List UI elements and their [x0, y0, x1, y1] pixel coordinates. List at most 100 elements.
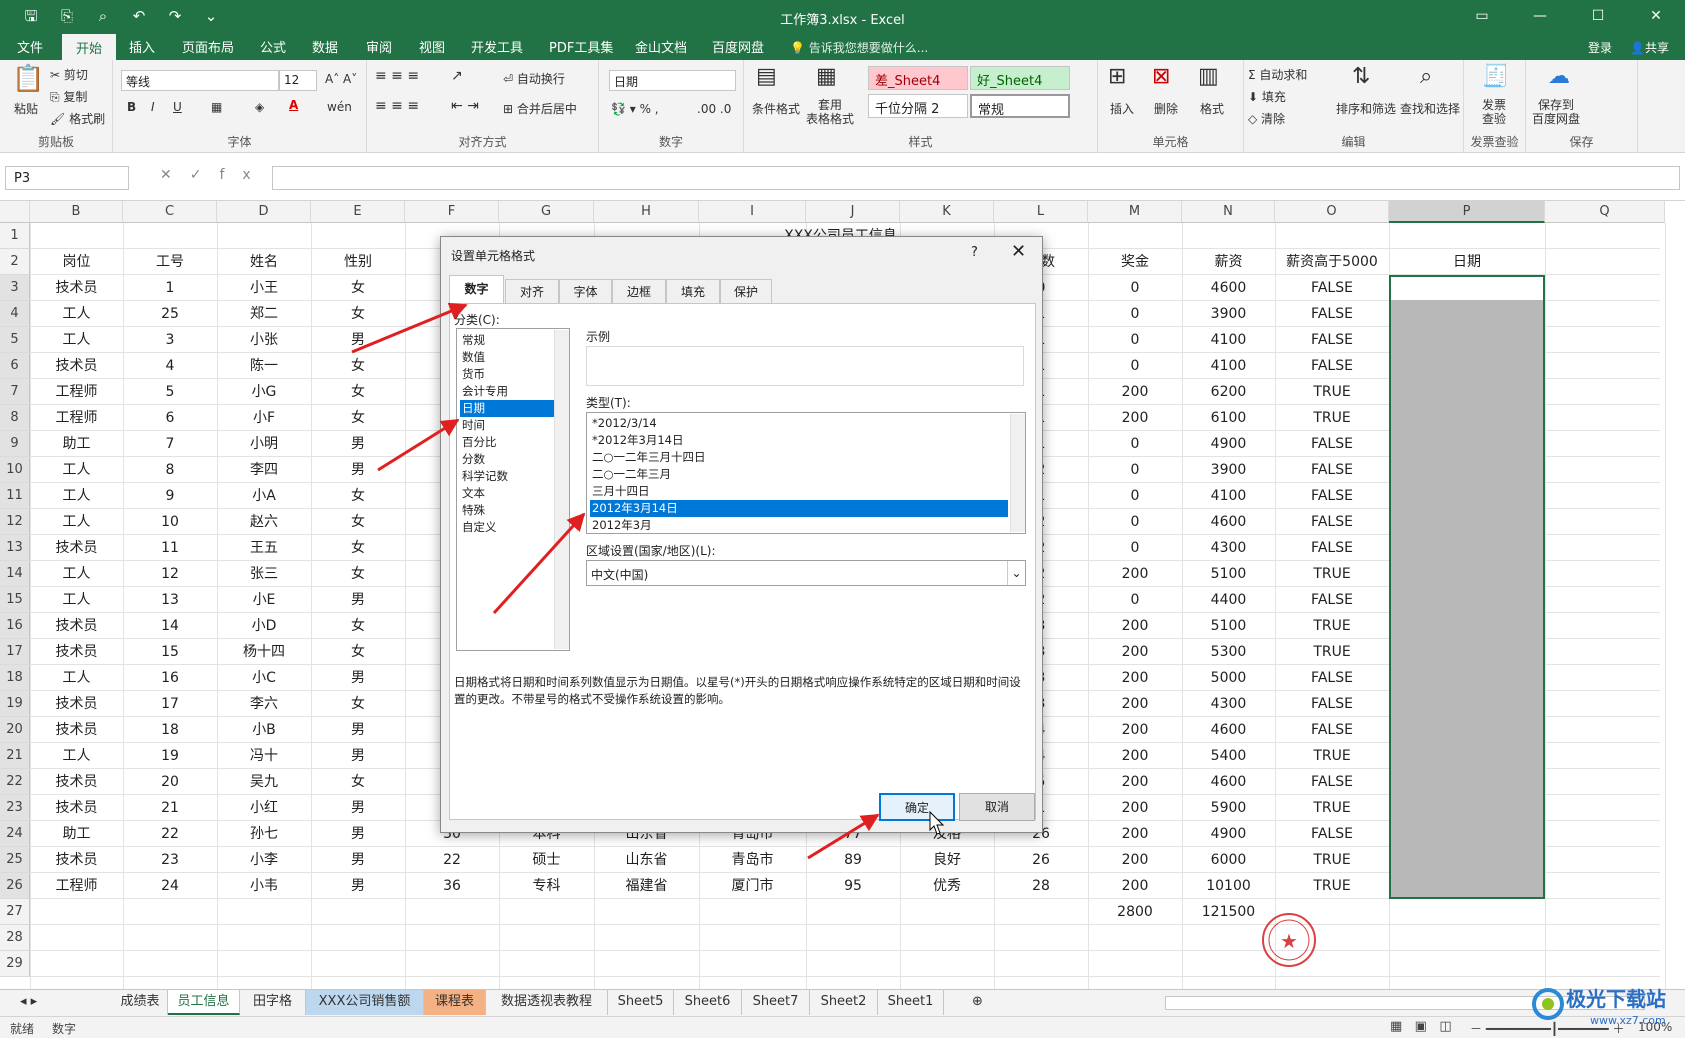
table-cell[interactable]: 200 — [1088, 379, 1182, 405]
table-cell[interactable]: 技术员 — [30, 535, 123, 561]
cut-button[interactable]: ✂ 剪切 — [50, 66, 88, 83]
maximize-button[interactable]: ☐ — [1569, 0, 1627, 32]
table-cell[interactable]: 男 — [311, 665, 405, 691]
tab-baidu-netdisk[interactable]: 百度网盘 — [712, 37, 764, 56]
column-header-m[interactable]: M — [1088, 201, 1182, 223]
name-box[interactable]: P3 — [5, 166, 129, 190]
category-item[interactable]: 日期 — [460, 400, 554, 417]
sheet-tab[interactable]: Sheet2 — [810, 990, 878, 1015]
table-cell[interactable]: 89 — [806, 847, 900, 873]
category-item[interactable]: 时间 — [460, 417, 554, 434]
tab-insert[interactable]: 插入 — [129, 37, 155, 56]
table-cell[interactable]: 200 — [1088, 691, 1182, 717]
table-cell[interactable]: 工人 — [30, 327, 123, 353]
row-header[interactable]: 17 — [0, 639, 30, 665]
row-header[interactable]: 19 — [0, 691, 30, 717]
table-cell[interactable]: 4900 — [1182, 431, 1275, 457]
table-cell[interactable]: 0 — [1088, 275, 1182, 301]
table-cell[interactable]: 工程师 — [30, 405, 123, 431]
sheet-tab[interactable]: Sheet1 — [878, 990, 944, 1015]
column-header-l[interactable]: L — [994, 201, 1088, 223]
table-cell[interactable]: 女 — [311, 509, 405, 535]
table-cell[interactable]: 小张 — [217, 327, 311, 353]
zoom-slider[interactable]: － ━━━━━━━━━┃━━━━━━━ ＋ — [1470, 1020, 1624, 1037]
bold-button[interactable]: B — [127, 100, 136, 114]
table-cell[interactable]: 200 — [1088, 743, 1182, 769]
table-cell[interactable]: 0 — [1088, 457, 1182, 483]
copy-button[interactable]: ⎘ 复制 — [50, 88, 87, 105]
table-cell[interactable]: 12 — [123, 561, 217, 587]
table-cell[interactable]: 小B — [217, 717, 311, 743]
table-cell[interactable]: 200 — [1088, 821, 1182, 847]
sheet-nav-arrows[interactable]: ◂ ▸ — [10, 990, 47, 1015]
table-cell[interactable]: 专科 — [499, 873, 594, 899]
style-normal[interactable]: 常规 — [970, 94, 1070, 118]
table-cell[interactable]: FALSE — [1275, 275, 1389, 301]
conditional-format-button[interactable]: 条件格式 — [752, 100, 800, 117]
italic-button[interactable]: I — [151, 100, 155, 114]
row-header[interactable]: 29 — [0, 951, 30, 977]
formula-input[interactable] — [272, 166, 1680, 190]
table-cell[interactable]: 5000 — [1182, 665, 1275, 691]
align-left-icon[interactable]: ≡ ≡ ≡ — [375, 98, 419, 114]
tab-view[interactable]: 视图 — [419, 37, 445, 56]
category-item[interactable]: 特殊 — [460, 502, 554, 519]
table-cell[interactable]: 4300 — [1182, 691, 1275, 717]
table-cell[interactable]: 0 — [1088, 301, 1182, 327]
row-header[interactable]: 8 — [0, 405, 30, 431]
number-format-select[interactable]: 日期 — [609, 70, 736, 91]
table-cell[interactable]: 19 — [123, 743, 217, 769]
table-cell[interactable]: 25 — [123, 301, 217, 327]
tab-formulas[interactable]: 公式 — [260, 37, 286, 56]
table-cell[interactable]: 200 — [1088, 847, 1182, 873]
table-cell[interactable]: 小G — [217, 379, 311, 405]
table-format-button[interactable]: 套用 表格格式 — [806, 98, 854, 126]
table-cell[interactable]: 4100 — [1182, 483, 1275, 509]
sheet-tab[interactable]: 田字格 — [240, 990, 306, 1015]
delete-cells-icon[interactable]: ⊠ — [1152, 64, 1170, 89]
table-cell[interactable]: 0 — [1088, 509, 1182, 535]
table-cell[interactable]: 小D — [217, 613, 311, 639]
table-cell[interactable]: 17 — [123, 691, 217, 717]
tab-pdf-tools[interactable]: PDF工具集 — [549, 37, 613, 56]
table-cell[interactable]: 工程师 — [30, 873, 123, 899]
format-cells-icon[interactable]: ▥ — [1198, 64, 1219, 89]
ribbon-display-icon[interactable]: ▭ — [1453, 0, 1511, 32]
table-cell[interactable]: 男 — [311, 327, 405, 353]
font-grow-icon[interactable]: A˄ A˅ — [325, 72, 357, 86]
sheet-tab[interactable]: XXX公司销售额 — [306, 990, 424, 1015]
header-cell[interactable]: 薪资高于5000 — [1275, 249, 1389, 275]
cancel-button[interactable]: 取消 — [959, 793, 1035, 821]
row-header[interactable]: 16 — [0, 613, 30, 639]
table-cell[interactable]: 5 — [123, 379, 217, 405]
table-cell[interactable]: 福建省 — [594, 873, 699, 899]
table-cell[interactable]: 技术员 — [30, 691, 123, 717]
row-header[interactable]: 4 — [0, 301, 30, 327]
table-cell[interactable]: TRUE — [1275, 743, 1389, 769]
header-cell[interactable]: 姓名 — [217, 249, 311, 275]
table-cell[interactable]: 工人 — [30, 743, 123, 769]
row-header[interactable]: 1 — [0, 223, 30, 249]
table-cell[interactable]: 小F — [217, 405, 311, 431]
table-cell[interactable]: 女 — [311, 301, 405, 327]
table-cell[interactable]: 200 — [1088, 639, 1182, 665]
table-cell[interactable]: TRUE — [1275, 639, 1389, 665]
table-cell[interactable]: TRUE — [1275, 561, 1389, 587]
type-item[interactable]: 三月十四日 — [590, 483, 1008, 500]
table-cell[interactable]: FALSE — [1275, 483, 1389, 509]
table-cell[interactable]: 9 — [123, 483, 217, 509]
help-icon[interactable]: ? — [971, 245, 978, 260]
table-cell[interactable]: 3 — [123, 327, 217, 353]
type-scrollbar[interactable] — [1010, 414, 1025, 532]
table-cell[interactable]: FALSE — [1275, 717, 1389, 743]
table-cell[interactable]: 男 — [311, 717, 405, 743]
table-cell[interactable]: 4400 — [1182, 587, 1275, 613]
table-cell[interactable]: 吴九 — [217, 769, 311, 795]
dialog-tab[interactable]: 保护 — [720, 279, 772, 303]
header-cell[interactable]: 岗位 — [30, 249, 123, 275]
table-cell[interactable]: 工人 — [30, 665, 123, 691]
column-header-o[interactable]: O — [1275, 201, 1389, 223]
tab-kingsoft-docs[interactable]: 金山文档 — [635, 37, 687, 56]
sheet-tab[interactable]: 成绩表 — [113, 990, 168, 1015]
table-cell[interactable]: 4300 — [1182, 535, 1275, 561]
